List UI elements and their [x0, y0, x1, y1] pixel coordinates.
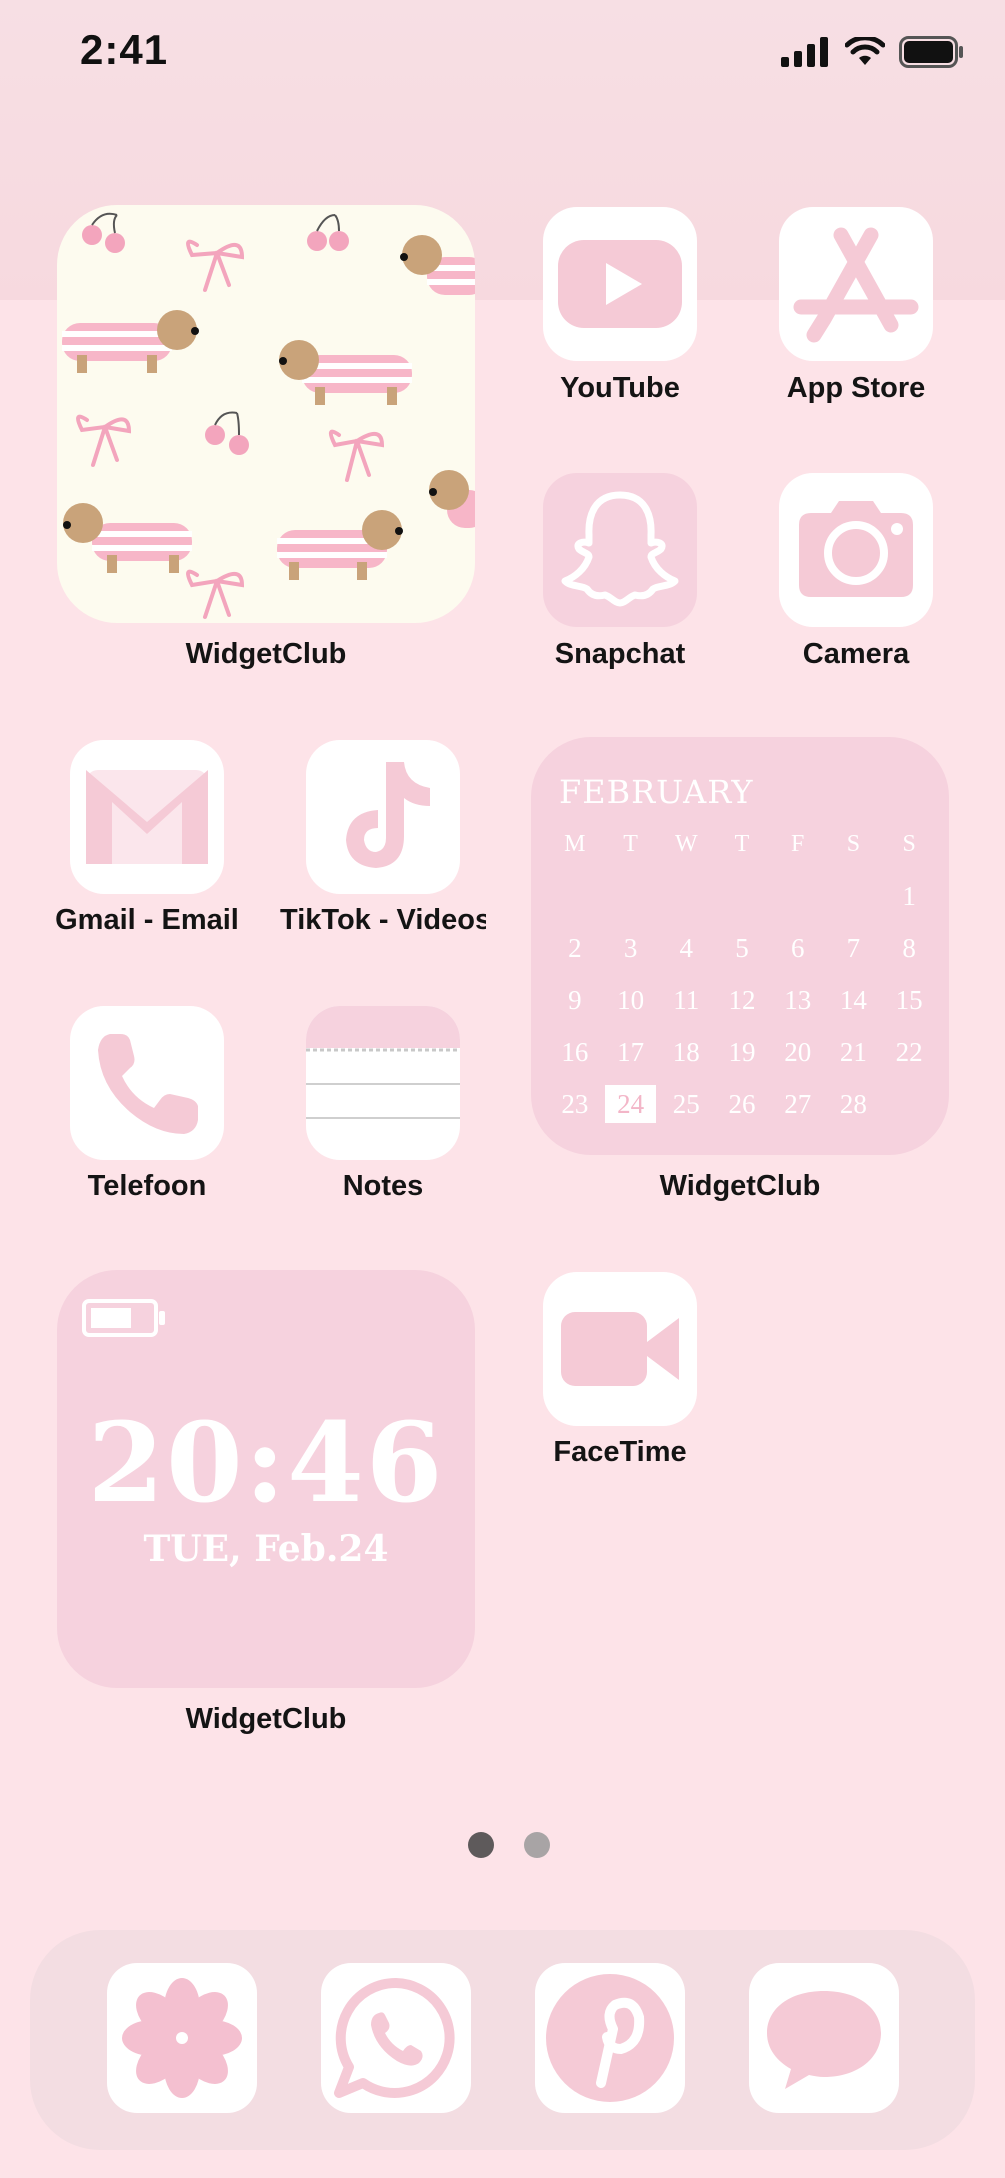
clock-widget[interactable]: 20:46 TUE, Feb.24 [57, 1270, 475, 1688]
calendar-day-today: 24 [604, 1085, 657, 1123]
calendar-day [881, 1085, 937, 1123]
facetime-label: FaceTime [553, 1436, 687, 1468]
calendar-day: 25 [672, 1089, 700, 1119]
weekday-header: S [846, 831, 861, 857]
calendar-widget-label: WidgetClub [659, 1170, 821, 1202]
wifi-icon [845, 37, 885, 65]
facetime-icon [561, 1312, 679, 1386]
calendar-day: 2 [568, 933, 582, 963]
calendar-day: 4 [679, 933, 694, 963]
snapchat-app[interactable] [543, 473, 697, 627]
photo-widget[interactable] [57, 205, 475, 623]
pinterest-icon [546, 1974, 674, 2102]
whatsapp-app[interactable] [321, 1963, 471, 2113]
calendar-day: 28 [839, 1089, 867, 1119]
status-icons [781, 36, 965, 68]
calendar-widget[interactable]: FEBRUARY M T W T F S S 1 2 3 4 5 6 7 8 9 10 11 12 13 14 15 16 1… [531, 737, 949, 1155]
calendar-day: 13 [784, 985, 812, 1015]
notes-app[interactable] [306, 1006, 460, 1160]
calendar-day: 6 [790, 933, 805, 963]
calendar-day: 7 [846, 933, 861, 963]
phone-icon [98, 1034, 198, 1134]
photo-widget-label: WidgetClub [185, 638, 347, 670]
calendar-day: 12 [728, 985, 756, 1015]
calendar-day: 16 [561, 1037, 589, 1067]
clock-widget-label: WidgetClub [185, 1703, 347, 1735]
battery-icon [899, 36, 963, 68]
calendar-day [770, 877, 826, 915]
dachshund-icon [62, 310, 199, 373]
page-dot-2[interactable] [524, 1832, 550, 1858]
youtube-icon [558, 240, 682, 328]
weekday-header: W [674, 831, 698, 857]
youtube-app[interactable] [543, 207, 697, 361]
calendar-day [826, 877, 882, 915]
messages-app[interactable] [749, 1963, 899, 2113]
signal-icon [781, 37, 828, 67]
calendar-day: 9 [568, 985, 582, 1015]
gmail-icon [86, 770, 208, 864]
calendar-day [714, 877, 770, 915]
weekday-header: T [623, 831, 638, 857]
calendar-day: 22 [895, 1037, 923, 1067]
calendar-day: 15 [895, 985, 923, 1015]
calendar-day: 5 [735, 933, 749, 963]
camera-icon [799, 501, 913, 597]
calendar-day: 8 [902, 933, 916, 963]
calendar-day [547, 877, 603, 915]
app-store-label: App Store [786, 372, 926, 404]
calendar-month: FEBRUARY [559, 773, 754, 811]
app-store-icon [793, 227, 919, 343]
calendar-day: 3 [623, 933, 638, 963]
tiktok-label: TikTok - Videos [280, 904, 486, 936]
calendar-day: 21 [839, 1037, 867, 1067]
gmail-label: Gmail - Email [55, 904, 239, 936]
calendar-day: 19 [728, 1037, 756, 1067]
calendar-day: 11 [673, 985, 700, 1015]
weekday-header: M [564, 831, 586, 857]
clock-time: 20:46 [87, 1398, 445, 1527]
facetime-app[interactable] [543, 1272, 697, 1426]
calendar-day: 18 [672, 1037, 700, 1067]
snapchat-icon [561, 491, 679, 607]
clock-date: TUE, Feb.24 [143, 1528, 389, 1570]
weekday-header: S [902, 831, 916, 857]
calendar-grid: M T W T F S S 1 2 3 4 5 6 7 8 9 10 11 12 13 14 15 16 17 18 19 20 21… [547, 825, 937, 1123]
gmail-app[interactable] [70, 740, 224, 894]
youtube-label: YouTube [560, 372, 680, 404]
notes-label: Notes [342, 1170, 424, 1202]
calendar-day [603, 877, 659, 915]
camera-app[interactable] [779, 473, 933, 627]
status-time: 2:41 [80, 26, 169, 73]
tiktok-icon [346, 762, 430, 868]
snapchat-label: Snapchat [554, 638, 686, 670]
calendar-day: 17 [617, 1037, 645, 1067]
calendar-day: 10 [617, 985, 645, 1015]
telefoon-label: Telefoon [87, 1170, 207, 1202]
photos-icon [122, 1978, 242, 2098]
weekday-header: T [734, 831, 750, 857]
calendar-day: 20 [784, 1037, 812, 1067]
messages-icon [767, 1991, 881, 2089]
notes-icon [306, 1006, 460, 1119]
dachshund-pattern-image [62, 212, 475, 619]
app-store-app[interactable] [779, 207, 933, 361]
camera-label: Camera [802, 638, 910, 670]
calendar-day: 1 [902, 881, 916, 911]
calendar-day: 26 [728, 1089, 756, 1119]
telefoon-app[interactable] [70, 1006, 224, 1160]
tiktok-app[interactable] [306, 740, 460, 894]
pinterest-app[interactable] [535, 1963, 685, 2113]
whatsapp-icon [334, 1977, 455, 2098]
calendar-day [658, 877, 714, 915]
calendar-day: 27 [784, 1089, 812, 1119]
page-dot-1[interactable] [468, 1832, 494, 1858]
calendar-day: 23 [561, 1089, 589, 1119]
weekday-header: F [791, 831, 805, 857]
cherry-icon [82, 212, 125, 253]
battery-icon [82, 1299, 165, 1337]
calendar-day: 14 [839, 985, 867, 1015]
photos-app[interactable] [107, 1963, 257, 2113]
